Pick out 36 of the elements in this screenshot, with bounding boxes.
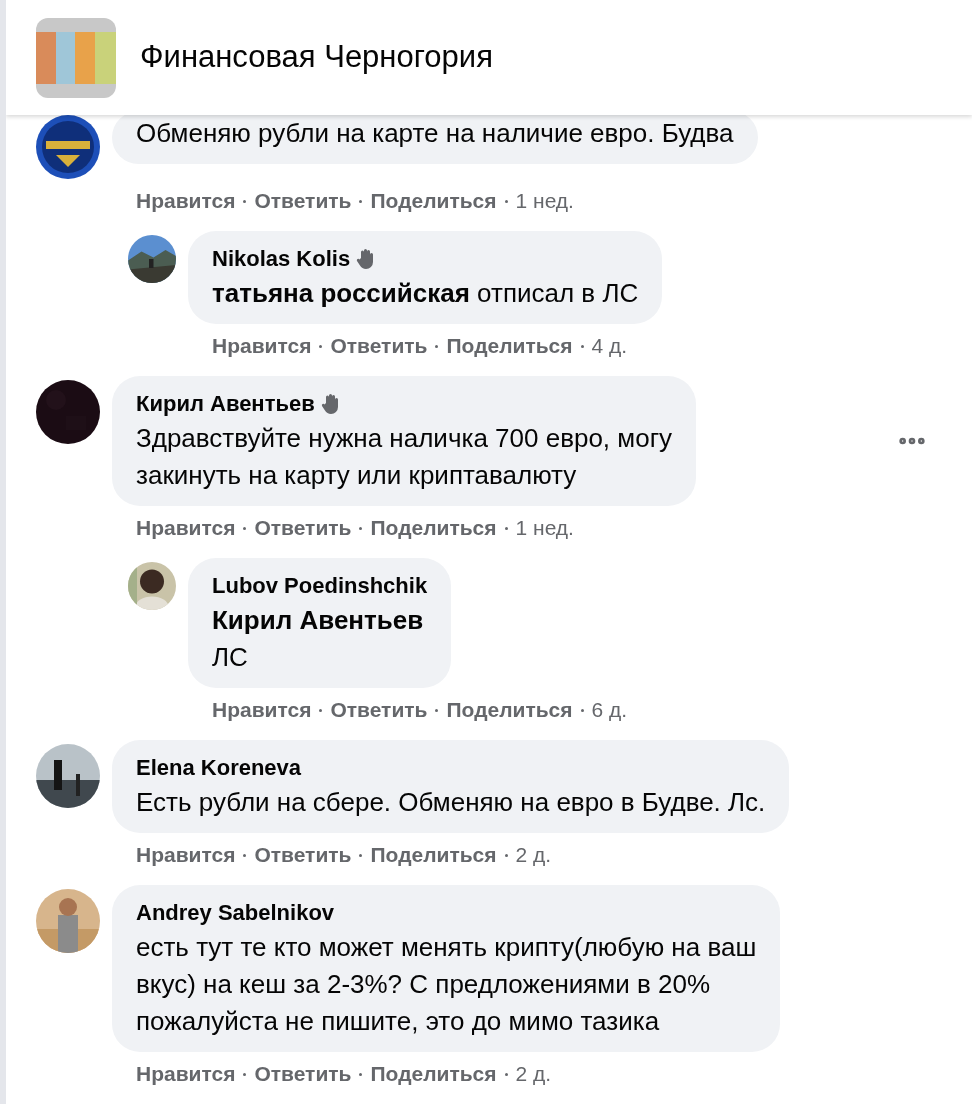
comment-action[interactable]: Ответить: [254, 514, 352, 542]
comment-action[interactable]: Поделиться: [370, 514, 497, 542]
comment-action[interactable]: Нравится: [136, 1060, 236, 1088]
comment-action[interactable]: Ответить: [254, 1060, 352, 1088]
comment-action[interactable]: Нравится: [212, 332, 312, 360]
comment-action[interactable]: Нравится: [136, 187, 236, 215]
comment-action[interactable]: Поделиться: [446, 332, 573, 360]
comment-action[interactable]: Поделиться: [370, 841, 497, 869]
comment-time[interactable]: 1 нед.: [515, 187, 574, 215]
author-name[interactable]: Nikolas Kolis: [212, 243, 351, 275]
comment-action[interactable]: Ответить: [254, 841, 352, 869]
author-name[interactable]: Elena Koreneva: [136, 752, 302, 784]
comment-action[interactable]: Поделиться: [446, 696, 573, 724]
comment-action[interactable]: Ответить: [330, 696, 428, 724]
comment-action[interactable]: Ответить: [330, 332, 428, 360]
comment-text: татьяна российская отписал в ЛС: [212, 277, 639, 310]
comment-text: есть тут те кто может менять крипту(любую на ваш вкус) на кеш за 2-3%? С предложениями в 20% пожалуйста не пишите, это до мимо тазика: [136, 931, 757, 1038]
comment-action[interactable]: Нравится: [136, 514, 236, 542]
comment-time[interactable]: 2 д.: [515, 841, 552, 869]
comment-time[interactable]: 4 д.: [591, 332, 628, 360]
group-title[interactable]: Финансовая Черногория: [140, 34, 493, 81]
comment-action[interactable]: Поделиться: [370, 1060, 497, 1088]
comment-text: Кирил Авентьев ЛС: [212, 604, 425, 674]
comment-action[interactable]: Нравится: [212, 696, 312, 724]
comment-time[interactable]: 2 д.: [515, 1060, 552, 1088]
comment-time[interactable]: 6 д.: [591, 696, 628, 724]
author-name[interactable]: Кирил Авентьев: [136, 388, 315, 420]
comment-action[interactable]: Поделиться: [370, 187, 497, 215]
comment-action[interactable]: Ответить: [254, 187, 352, 215]
author-name[interactable]: Andrey Sabelnikov: [136, 897, 335, 929]
comment-text: Есть рубли на сбере. Обменяю на евро в Будве. Лс.: [136, 786, 766, 819]
comment-action[interactable]: Нравится: [136, 841, 236, 869]
author-name[interactable]: Lubov Poedinshchik: [212, 570, 428, 602]
comment-text: Обменяю рубли на карте на наличие евро. Будва: [136, 117, 734, 150]
comment-text: Здравствуйте нужна наличка 700 евро, могу закинуть на карту или криптавалюту: [136, 422, 673, 492]
comment-time[interactable]: 1 нед.: [515, 514, 574, 542]
